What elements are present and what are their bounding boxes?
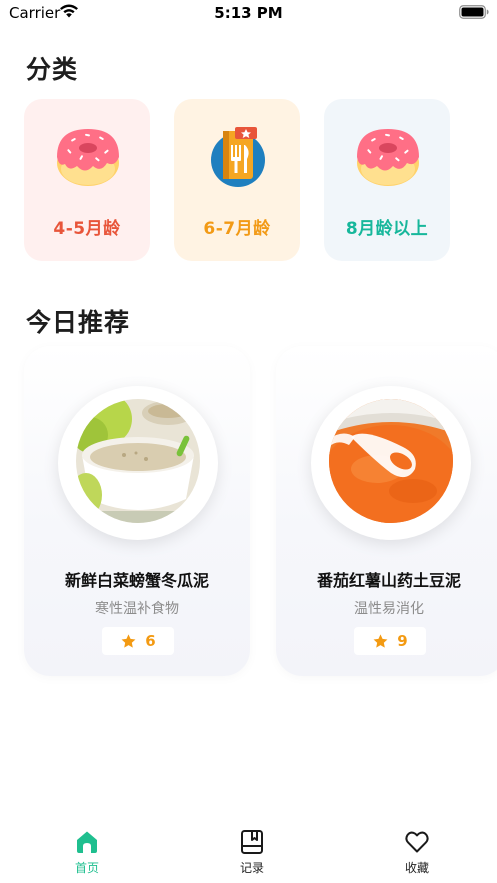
notebook-icon <box>241 830 263 854</box>
category-section-title: 分类 <box>26 55 79 84</box>
tab-records[interactable]: 记录 <box>222 829 282 876</box>
recommend-section-title: 今日推荐 <box>26 308 131 337</box>
status-bar: Carrier 5:13 PM <box>0 0 497 26</box>
home-icon <box>77 831 97 853</box>
rating-value: 6 <box>145 632 156 650</box>
donut-icon <box>357 129 419 186</box>
recipe-book-icon <box>211 127 265 187</box>
rating-value: 9 <box>397 632 408 650</box>
tab-label: 记录 <box>239 861 264 875</box>
recipe-image-frame <box>311 386 471 540</box>
porridge-bowl-image <box>76 399 200 523</box>
category-card-6-7-months[interactable]: 6-7月龄 <box>174 99 300 261</box>
recipe-card-cabbage-crab-melon[interactable]: 新鲜白菜螃蟹冬瓜泥 寒性温补食物 6 <box>24 346 250 676</box>
tab-label: 首页 <box>74 861 99 875</box>
recipe-name: 新鲜白菜螃蟹冬瓜泥 <box>64 571 209 590</box>
recipe-card-tomato-potato[interactable]: 番茄红薯山药土豆泥 温性易消化 9 <box>276 346 497 676</box>
donut-icon <box>57 129 119 186</box>
battery-icon <box>459 5 489 19</box>
rating-badge: 6 <box>102 627 174 655</box>
star-icon <box>121 633 136 648</box>
category-card-4-5-months[interactable]: 4-5月龄 <box>24 99 150 261</box>
status-time: 5:13 PM <box>214 4 283 22</box>
rating-badge: 9 <box>354 627 426 655</box>
category-label: 4-5月龄 <box>53 219 121 239</box>
category-label: 8月龄以上 <box>345 219 429 239</box>
category-label: 6-7月龄 <box>203 219 271 239</box>
orange-puree-image <box>329 399 453 523</box>
heart-icon <box>405 831 429 853</box>
category-card-8-months-plus[interactable]: 8月龄以上 <box>324 99 450 261</box>
tab-favorites[interactable]: 收藏 <box>387 829 447 876</box>
recipe-name: 番茄红薯山药土豆泥 <box>316 571 461 590</box>
tab-bar: 首页 记录 收藏 <box>0 823 497 883</box>
home-screen: Carrier 5:13 PM 分类 4-5月龄 6-7月龄 8月龄以上 今日推… <box>0 0 497 883</box>
recipe-description: 温性易消化 <box>354 601 424 617</box>
tab-label: 收藏 <box>404 861 429 875</box>
star-icon <box>373 633 388 648</box>
recipe-description: 寒性温补食物 <box>95 601 179 617</box>
recipe-image-frame <box>58 386 218 540</box>
tab-home[interactable]: 首页 <box>57 829 117 876</box>
